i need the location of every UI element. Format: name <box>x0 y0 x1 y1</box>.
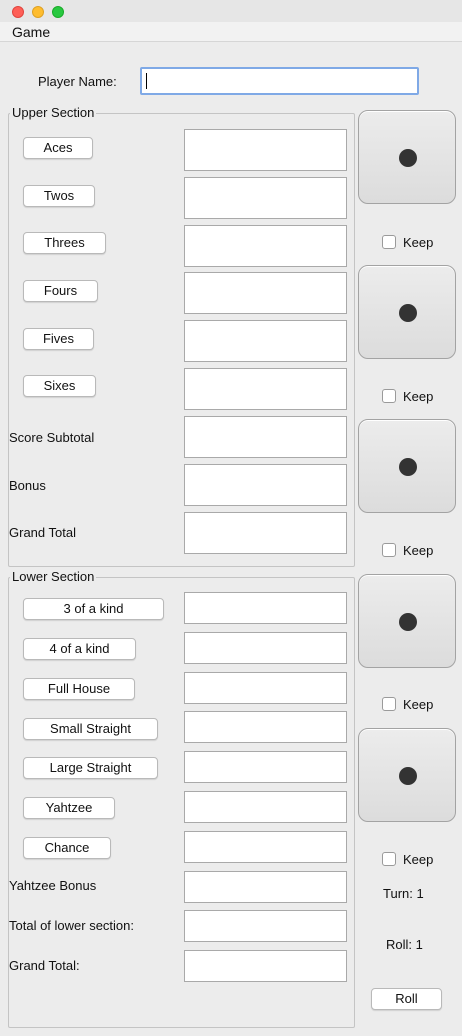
yahtzee-score-field <box>184 791 347 823</box>
bonus-label: Bonus <box>9 478 46 493</box>
die-pip <box>399 304 417 322</box>
four-of-a-kind-button[interactable]: 4 of a kind <box>23 638 136 660</box>
chance-score-field <box>184 831 347 863</box>
fours-button[interactable]: Fours <box>23 280 98 302</box>
four-of-a-kind-score-field <box>184 632 347 664</box>
total-lower-section-label: Total of lower section: <box>9 918 135 933</box>
yahtzee-button[interactable]: Yahtzee <box>23 797 115 819</box>
aces-score-field <box>184 129 347 171</box>
fives-score-field <box>184 320 347 362</box>
three-of-a-kind-score-field <box>184 592 347 624</box>
keep-checkbox-3[interactable]: Keep <box>382 543 433 558</box>
full-house-button[interactable]: Full House <box>23 678 135 700</box>
menu-bar: Game <box>0 22 462 42</box>
close-window-button[interactable] <box>12 6 24 18</box>
yahtzee-bonus-label: Yahtzee Bonus <box>9 878 97 893</box>
die-2[interactable] <box>358 265 456 359</box>
threes-button[interactable]: Threes <box>23 232 106 254</box>
die-pip <box>399 149 417 167</box>
minimize-window-button[interactable] <box>32 6 44 18</box>
menu-game[interactable]: Game <box>12 24 50 40</box>
die-pip <box>399 767 417 785</box>
die-4[interactable] <box>358 574 456 668</box>
upper-grand-total-field <box>184 512 347 554</box>
score-subtotal-label: Score Subtotal <box>9 430 95 445</box>
lower-section-title: Lower Section <box>10 569 97 584</box>
lower-grand-total-field <box>184 950 347 982</box>
checkbox-box <box>382 697 396 711</box>
zoom-window-button[interactable] <box>52 6 64 18</box>
total-lower-section-field <box>184 910 347 942</box>
die-pip <box>399 458 417 476</box>
full-house-score-field <box>184 672 347 704</box>
large-straight-button[interactable]: Large Straight <box>23 757 158 779</box>
sixes-button[interactable]: Sixes <box>23 375 96 397</box>
score-subtotal-field <box>184 416 347 458</box>
twos-button[interactable]: Twos <box>23 185 95 207</box>
keep-label: Keep <box>403 389 434 404</box>
player-name-label: Player Name: <box>38 74 117 89</box>
aces-button[interactable]: Aces <box>23 137 93 159</box>
small-straight-button[interactable]: Small Straight <box>23 718 158 740</box>
die-1[interactable] <box>358 110 456 204</box>
bonus-field <box>184 464 347 506</box>
keep-label: Keep <box>403 543 434 558</box>
upper-section-title: Upper Section <box>10 105 97 120</box>
roll-button[interactable]: Roll <box>371 988 442 1010</box>
chance-button[interactable]: Chance <box>23 837 111 859</box>
keep-checkbox-5[interactable]: Keep <box>382 852 433 867</box>
turn-counter: Turn: 1 <box>383 886 424 901</box>
keep-checkbox-1[interactable]: Keep <box>382 235 433 250</box>
fours-score-field <box>184 272 347 314</box>
small-straight-score-field <box>184 711 347 743</box>
threes-score-field <box>184 225 347 267</box>
keep-checkbox-4[interactable]: Keep <box>382 697 433 712</box>
roll-counter: Roll: 1 <box>386 937 423 952</box>
three-of-a-kind-button[interactable]: 3 of a kind <box>23 598 164 620</box>
player-name-input[interactable] <box>140 67 419 95</box>
large-straight-score-field <box>184 751 347 783</box>
checkbox-box <box>382 852 396 866</box>
sixes-score-field <box>184 368 347 410</box>
checkbox-box <box>382 389 396 403</box>
checkbox-box <box>382 235 396 249</box>
title-bar <box>0 0 462 22</box>
die-3[interactable] <box>358 419 456 513</box>
keep-label: Keep <box>403 697 434 712</box>
yahtzee-bonus-field <box>184 871 347 903</box>
die-5[interactable] <box>358 728 456 822</box>
keep-checkbox-2[interactable]: Keep <box>382 389 433 404</box>
fives-button[interactable]: Fives <box>23 328 94 350</box>
text-caret <box>146 73 147 89</box>
keep-label: Keep <box>403 852 434 867</box>
keep-label: Keep <box>403 235 434 250</box>
die-pip <box>399 613 417 631</box>
lower-grand-total-label: Grand Total: <box>9 958 80 973</box>
twos-score-field <box>184 177 347 219</box>
checkbox-box <box>382 543 396 557</box>
upper-grand-total-label: Grand Total <box>9 525 76 540</box>
